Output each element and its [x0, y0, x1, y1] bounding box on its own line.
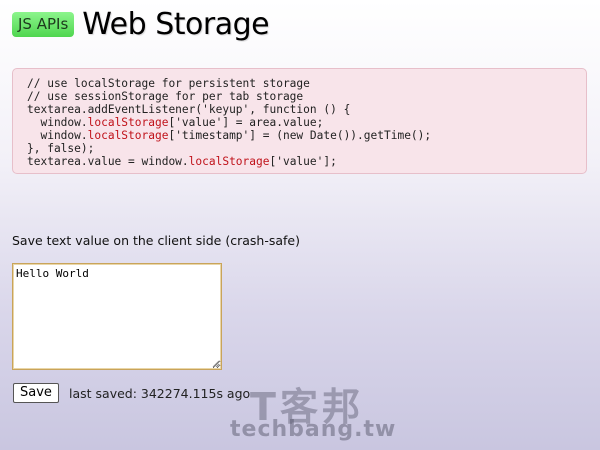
last-saved-status: last saved: 342274.115s ago [69, 386, 251, 401]
watermark-english: techbang.tw [230, 417, 397, 442]
js-apis-badge: JS APIs [12, 11, 75, 37]
code-text: // use sessionStorage for per tab storag… [27, 90, 304, 103]
watermark-logo: T客邦 techbang.tw [226, 376, 395, 446]
code-line: // use sessionStorage for per tab storag… [27, 90, 586, 103]
code-sample: // use localStorage for persistent stora… [12, 68, 587, 174]
code-text: // use localStorage for persistent stora… [27, 77, 310, 90]
code-text: window. [27, 116, 88, 129]
code-line: window.localStorage['timestamp'] = (new … [27, 129, 586, 142]
code-text: textarea.value = window. [27, 155, 189, 168]
save-button[interactable]: Save [13, 383, 59, 403]
code-text: ['value'] = area.value; [168, 116, 324, 129]
code-line: textarea.addEventListener('keyup', funct… [27, 103, 586, 116]
watermark-chinese: T客邦 [250, 385, 364, 429]
storage-textarea[interactable] [12, 263, 222, 370]
code-text: }, false); [27, 142, 95, 155]
code-text: textarea.addEventListener('keyup', funct… [27, 103, 351, 116]
code-line: // use localStorage for persistent stora… [27, 77, 586, 90]
code-text: window. [27, 129, 88, 142]
code-keyword: localStorage [188, 155, 270, 168]
code-keyword: localStorage [87, 116, 169, 129]
demo-label: Save text value on the client side (cras… [12, 233, 300, 248]
code-keyword: localStorage [87, 129, 169, 142]
code-text: ['value']; [269, 155, 337, 168]
code-line: window.localStorage['value'] = area.valu… [27, 116, 586, 129]
code-text: ['timestamp'] = (new Date()).getTime(); [168, 129, 432, 142]
code-line: }, false); [27, 142, 586, 155]
page-title: Web Storage [82, 6, 270, 42]
code-line: textarea.value = window.localStorage['va… [27, 155, 586, 168]
page-header: JS APIs Web Storage [12, 4, 270, 44]
